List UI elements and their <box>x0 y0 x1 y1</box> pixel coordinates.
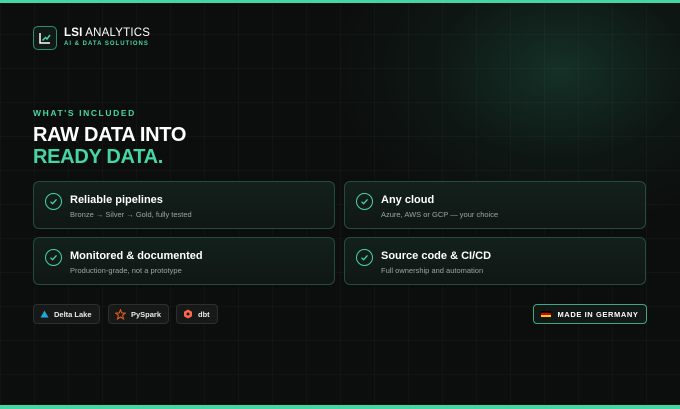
tech-chip-label: PySpark <box>131 309 162 319</box>
top-accent-bar <box>0 0 680 3</box>
hexagon-icon <box>183 309 193 319</box>
brand: LSI ANALYTICS AI & DATA SOLUTIONS <box>33 26 150 50</box>
feature-subtitle: Bronze → Silver → Gold, fully tested <box>70 210 192 219</box>
headline-line-2: READY DATA. <box>33 146 164 168</box>
tech-chip-label: Delta Lake <box>54 309 92 319</box>
tech-chip-delta-lake: Delta Lake <box>33 304 100 324</box>
feature-card-pipelines: Reliable pipelines Bronze → Silver → Gol… <box>33 181 335 229</box>
feature-title: Reliable pipelines <box>70 194 163 206</box>
feature-subtitle: Production-grade, not a prototype <box>70 266 182 275</box>
badge-label: MADE IN GERMANY <box>557 309 639 319</box>
made-in-germany-badge: MADE IN GERMANY <box>533 304 647 324</box>
tech-chip-label: dbt <box>198 309 210 319</box>
bottom-accent-bar <box>0 405 680 409</box>
section-eyebrow: WHAT'S INCLUDED <box>33 108 136 118</box>
check-circle-icon <box>356 193 373 210</box>
feature-card-cloud: Any cloud Azure, AWS or GCP — your choic… <box>344 181 646 229</box>
tech-chip-pyspark: PySpark <box>108 304 170 324</box>
feature-title: Monitored & documented <box>70 250 203 262</box>
star-icon <box>115 308 126 320</box>
check-circle-icon <box>45 193 62 210</box>
brand-tagline: AI & DATA SOLUTIONS <box>64 41 149 47</box>
chart-line-icon <box>33 26 57 50</box>
brand-name: LSI ANALYTICS <box>64 27 151 39</box>
feature-card-cicd: Source code & CI/CD Full ownership and a… <box>344 237 646 285</box>
feature-subtitle: Full ownership and automation <box>381 266 484 275</box>
headline: RAW DATA INTO READY DATA. <box>33 124 186 168</box>
check-circle-icon <box>356 249 373 266</box>
tech-chip-dbt: dbt <box>176 304 218 324</box>
feature-subtitle: Azure, AWS or GCP — your choice <box>381 210 499 219</box>
check-circle-icon <box>45 249 62 266</box>
triangle-icon <box>40 310 49 318</box>
feature-title: Any cloud <box>381 194 435 206</box>
headline-line-1: RAW DATA INTO <box>33 124 187 146</box>
german-flag-icon <box>541 310 552 318</box>
slide: LSI ANALYTICS AI & DATA SOLUTIONS WHAT'S… <box>0 0 680 409</box>
feature-title: Source code & CI/CD <box>381 250 492 262</box>
feature-card-monitoring: Monitored & documented Production-grade,… <box>33 237 335 285</box>
